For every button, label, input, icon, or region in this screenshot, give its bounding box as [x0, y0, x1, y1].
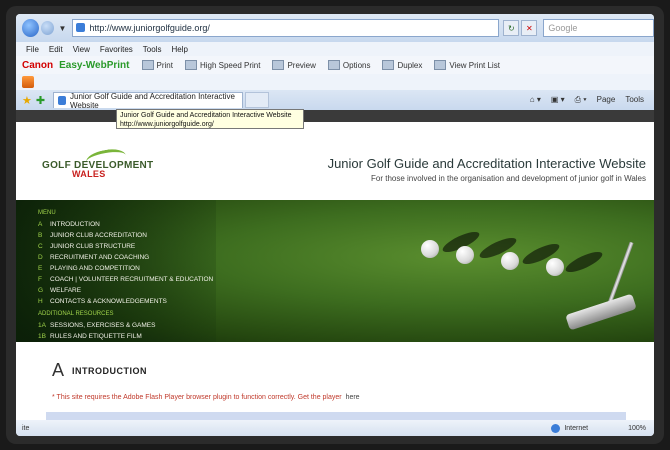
page-top-bar	[16, 110, 654, 122]
easy-webprint-menu[interactable]: Easy-WebPrint	[59, 60, 129, 71]
nav-item-playing[interactable]: E PLAYING AND COMPETITION	[38, 263, 213, 274]
screenshot-frame: ▼ http://www.juniorgolfguide.org/ ↻ ✕ Go…	[6, 6, 664, 444]
stop-icon[interactable]: ✕	[521, 20, 538, 36]
section-title: INTRODUCTION	[72, 366, 147, 376]
tab-title: Junior Golf Guide and Accreditation Inte…	[70, 91, 235, 110]
home-icon[interactable]: ⌂ ▾	[530, 95, 541, 105]
options-button[interactable]: Options	[327, 60, 370, 70]
golf-ball	[546, 258, 564, 276]
golf-ball	[456, 246, 474, 264]
address-row: ▼ http://www.juniorgolfguide.org/ ↻ ✕ Go…	[16, 14, 654, 42]
flash-notice-text: * This site requires the Adobe Flash Pla…	[52, 394, 342, 401]
site-header: GOLF DEVELOPMENT WALES Junior Golf Guide…	[16, 122, 654, 200]
preview-icon	[272, 60, 285, 70]
printer-icon	[141, 60, 154, 70]
duplex-icon	[382, 60, 395, 70]
new-tab-button[interactable]	[245, 92, 270, 108]
print-button[interactable]: Print	[141, 60, 173, 70]
view-print-list-button[interactable]: View Print List	[434, 60, 500, 70]
golf-ball	[501, 252, 519, 270]
nav-item-sessions[interactable]: 1A SESSIONS, EXERCISES & GAMES	[38, 320, 213, 331]
nav-item-welfare[interactable]: G WELFARE	[38, 285, 213, 296]
list-icon	[434, 60, 447, 70]
address-text: http://www.juniorgolfguide.org/	[89, 23, 210, 33]
menu-file[interactable]: File	[26, 45, 39, 54]
back-icon[interactable]	[22, 19, 40, 37]
menu-tools[interactable]: Tools	[143, 45, 162, 54]
menu-help[interactable]: Help	[171, 45, 187, 54]
tab-tooltip: Junior Golf Guide and Accreditation Inte…	[116, 109, 304, 129]
address-buttons: ↻ ✕	[503, 20, 539, 36]
favorites-star-icon[interactable]: ★	[22, 94, 32, 107]
tooltip-title: Junior Golf Guide and Accreditation Inte…	[120, 112, 292, 119]
options-icon	[327, 60, 340, 70]
page-menu[interactable]: Page	[597, 95, 616, 105]
nav-item-recruitment[interactable]: D RECRUITMENT AND COACHING	[38, 252, 213, 263]
putter-head	[565, 293, 637, 331]
canon-toolbar: Canon Easy-WebPrint Print High Speed Pri…	[16, 56, 654, 74]
preview-button[interactable]: Preview	[272, 60, 316, 70]
nav-item-contacts[interactable]: H CONTACTS & ACKNOWLEDGEMENTS	[38, 296, 213, 307]
flash-notice: * This site requires the Adobe Flash Pla…	[52, 394, 360, 401]
forward-icon[interactable]	[41, 21, 55, 35]
security-zone[interactable]: Internet	[551, 423, 588, 433]
tab-favicon-icon	[58, 96, 66, 105]
browser-window: ▼ http://www.juniorgolfguide.org/ ↻ ✕ Go…	[16, 14, 654, 436]
site-nav: MENU A INTRODUCTION B JUNIOR CLUB ACCREDIT…	[38, 208, 213, 342]
nav-item-rules-film[interactable]: 1B RULES AND ETIQUETTE FILM	[38, 331, 213, 342]
canon-logo: Canon	[22, 59, 54, 71]
duplex-button[interactable]: Duplex	[382, 60, 422, 70]
menu-bar: File Edit View Favorites Tools Help	[16, 42, 654, 56]
section-letter: A	[52, 360, 65, 380]
nav-item-structure[interactable]: C JUNIOR CLUB STRUCTURE	[38, 241, 213, 252]
tab-bar: ★ ✚ Junior Golf Guide and Accreditation …	[16, 90, 654, 110]
site-favicon-icon	[76, 23, 86, 32]
add-favorite-icon[interactable]: ✚	[36, 94, 45, 107]
site-subtitle: For those involved in the organisation a…	[371, 174, 646, 183]
nav-item-accreditation[interactable]: B JUNIOR CLUB ACCREDITATION	[38, 230, 213, 241]
nav-item-introduction[interactable]: A INTRODUCTION	[38, 219, 213, 230]
search-placeholder: Google	[548, 23, 578, 33]
addon-icon[interactable]	[22, 76, 34, 88]
feeds-icon[interactable]: ▣ ▾	[551, 95, 565, 105]
status-bar: ite Internet 100%	[16, 420, 654, 436]
extra-toolbar	[16, 74, 654, 90]
refresh-icon[interactable]: ↻	[503, 20, 520, 36]
tab-junior-golf[interactable]: Junior Golf Guide and Accreditation Inte…	[53, 91, 244, 110]
high-speed-print-button[interactable]: High Speed Print	[184, 60, 260, 70]
status-text: ite	[22, 424, 30, 432]
menu-favorites[interactable]: Favorites	[100, 45, 133, 54]
site-title: Junior Golf Guide and Accreditation Inte…	[327, 156, 646, 171]
resources-heading: ADDITIONAL RESOURCES	[38, 311, 114, 317]
site-logo[interactable]: GOLF DEVELOPMENT WALES	[42, 160, 153, 179]
tools-menu[interactable]: Tools	[625, 95, 644, 105]
tooltip-url: http://www.juniorgolfguide.org/	[120, 121, 214, 128]
print-icon[interactable]: ⎙ ▾	[575, 95, 587, 105]
printer-fast-icon	[184, 60, 197, 70]
ball-shadow	[563, 248, 605, 276]
menu-edit[interactable]: Edit	[49, 45, 63, 54]
history-chevron-down-icon[interactable]: ▼	[58, 24, 66, 33]
hero-banner: MENU A INTRODUCTION B JUNIOR CLUB ACCREDIT…	[16, 200, 654, 342]
page-footer-bar	[46, 412, 626, 420]
nav-item-coach[interactable]: F COACH | VOLUNTEER RECRUITMENT & EDUCATI…	[38, 274, 213, 285]
nav-heading: MENU	[38, 210, 56, 216]
zoom-level[interactable]: 100%	[628, 425, 646, 432]
get-player-link[interactable]: here	[346, 394, 360, 401]
menu-view[interactable]: View	[73, 45, 90, 54]
search-input[interactable]: Google	[543, 19, 654, 37]
address-bar[interactable]: http://www.juniorgolfguide.org/	[72, 19, 500, 37]
intro-section: A INTRODUCTION * This site requires the …	[16, 342, 654, 412]
command-bar: ⌂ ▾ ▣ ▾ ⎙ ▾ Page Tools	[530, 95, 654, 105]
globe-icon	[551, 423, 561, 433]
golf-ball	[421, 240, 439, 258]
web-page: GOLF DEVELOPMENT WALES Junior Golf Guide…	[16, 110, 654, 412]
